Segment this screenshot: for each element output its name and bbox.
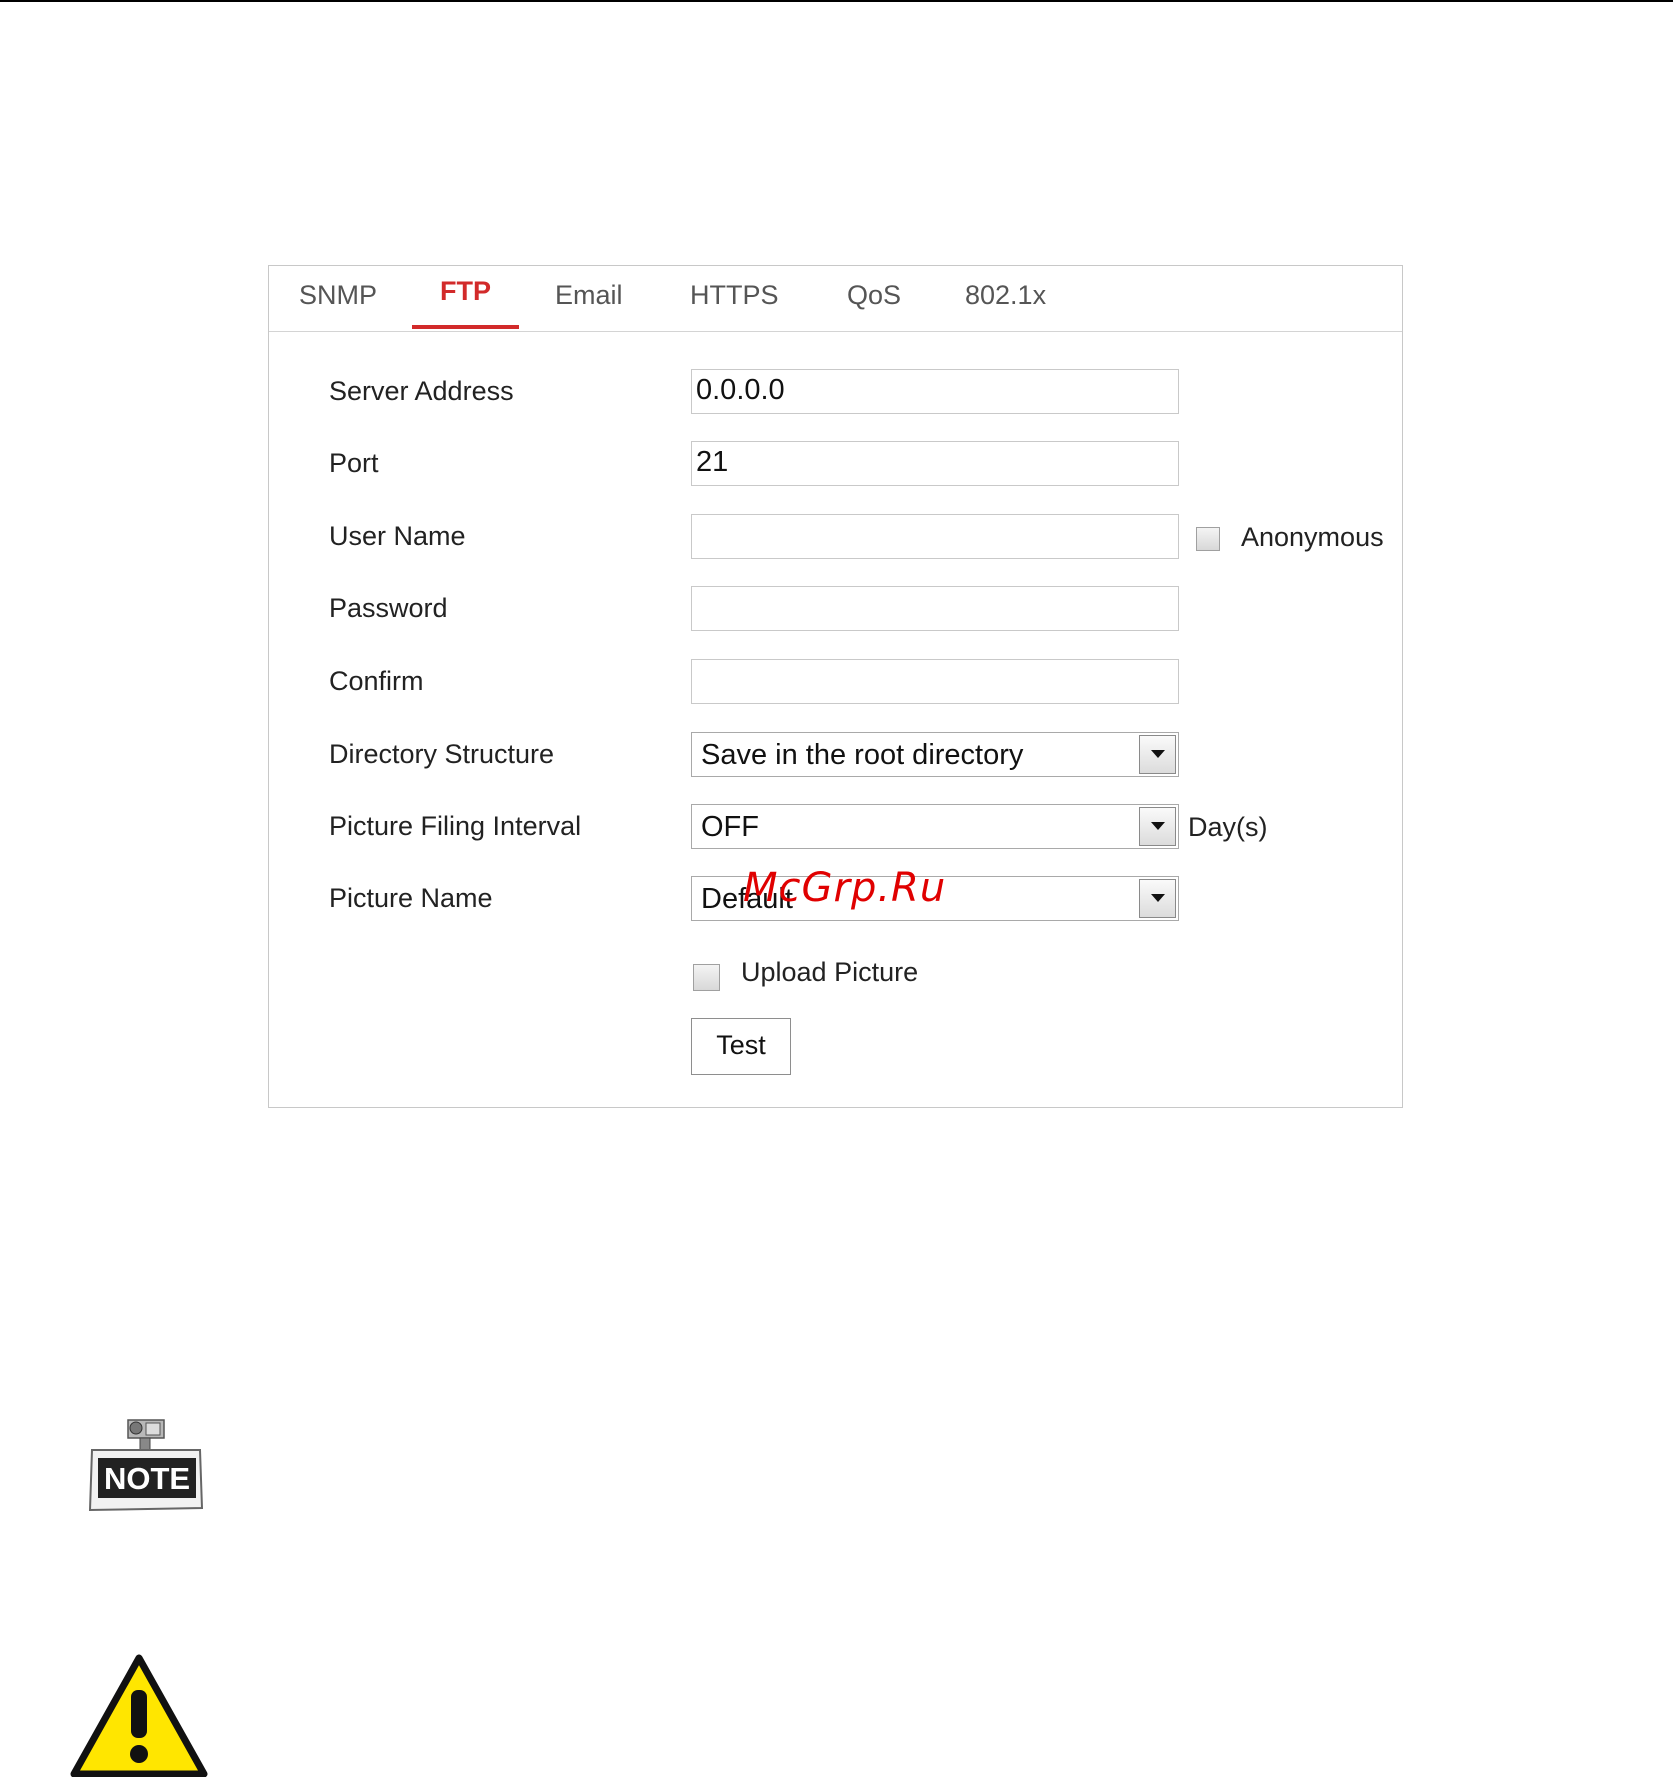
- picture-name-label: Picture Name: [329, 883, 493, 913]
- user-name-input[interactable]: [691, 514, 1179, 559]
- port-label: Port: [329, 448, 379, 478]
- tab-ftp[interactable]: FTP: [440, 276, 491, 307]
- warning-icon: [70, 1654, 208, 1777]
- active-tab-indicator: [412, 325, 519, 329]
- note-icon: NOTE: [88, 1419, 204, 1512]
- server-address-input[interactable]: 0.0.0.0: [691, 369, 1179, 414]
- tab-snmp[interactable]: SNMP: [299, 280, 377, 311]
- password-label: Password: [329, 593, 448, 623]
- confirm-password-input[interactable]: [691, 659, 1179, 704]
- anonymous-label: Anonymous: [1241, 522, 1384, 552]
- picture-filing-interval-label: Picture Filing Interval: [329, 811, 582, 841]
- picture-filing-interval-value: OFF: [701, 811, 759, 843]
- chevron-down-icon[interactable]: [1139, 879, 1176, 918]
- server-address-label: Server Address: [329, 376, 514, 406]
- picture-filing-interval-select[interactable]: OFF: [691, 804, 1179, 849]
- port-input[interactable]: 21: [691, 441, 1179, 486]
- directory-structure-select[interactable]: Save in the root directory: [691, 732, 1179, 777]
- chevron-down-icon[interactable]: [1139, 807, 1176, 846]
- directory-structure-label: Directory Structure: [329, 739, 555, 769]
- note-icon-label: NOTE: [104, 1461, 190, 1496]
- upload-picture-checkbox[interactable]: [693, 964, 720, 991]
- anonymous-checkbox[interactable]: [1196, 527, 1220, 551]
- tab-https[interactable]: HTTPS: [690, 280, 779, 311]
- upload-picture-label: Upload Picture: [741, 957, 919, 987]
- directory-structure-value: Save in the root directory: [701, 739, 1024, 771]
- chevron-down-icon[interactable]: [1139, 735, 1176, 774]
- tab-bar: SNMP FTP Email HTTPS QoS 802.1x: [269, 266, 1402, 332]
- tab-8021x[interactable]: 802.1x: [965, 280, 1046, 311]
- tab-qos[interactable]: QoS: [847, 280, 901, 311]
- days-unit-label: Day(s): [1188, 812, 1268, 842]
- password-input[interactable]: [691, 586, 1179, 631]
- top-rule: [0, 0, 1673, 2]
- watermark-text: McGrp.Ru: [743, 865, 947, 911]
- ftp-settings-panel: SNMP FTP Email HTTPS QoS 802.1x Server A…: [268, 265, 1403, 1108]
- tab-email[interactable]: Email: [555, 280, 623, 311]
- confirm-label: Confirm: [329, 666, 424, 696]
- user-name-label: User Name: [329, 521, 466, 551]
- test-button[interactable]: Test: [691, 1018, 791, 1075]
